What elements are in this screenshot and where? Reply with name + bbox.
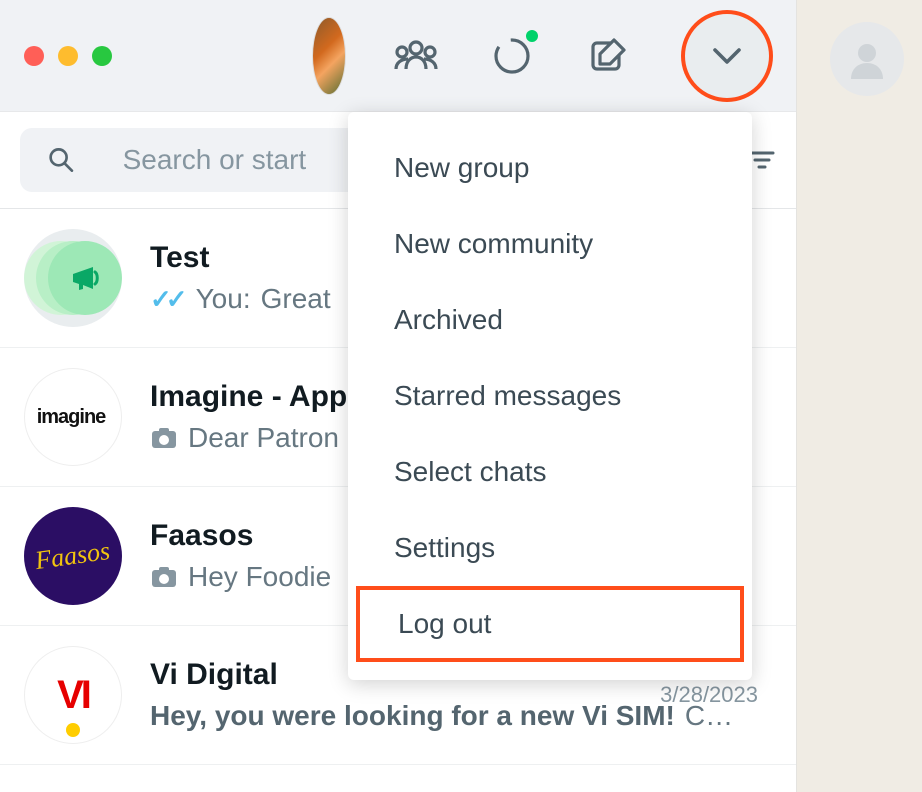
menu-button[interactable] (682, 11, 772, 101)
communities-icon[interactable] (394, 34, 438, 78)
chat-avatar: imagine (24, 368, 122, 466)
status-indicator-dot (526, 30, 538, 42)
person-icon (845, 37, 889, 81)
menu-item-archived[interactable]: Archived (348, 282, 752, 358)
options-menu: New group New community Archived Starred… (348, 112, 752, 680)
camera-icon (150, 565, 178, 589)
chevron-down-icon (712, 46, 742, 66)
chat-panel (796, 0, 922, 792)
window-controls (24, 46, 112, 66)
menu-item-new-community[interactable]: New community (348, 206, 752, 282)
window-fullscreen-button[interactable] (92, 46, 112, 66)
menu-item-new-group[interactable]: New group (348, 130, 752, 206)
chat-avatar: VI (24, 646, 122, 744)
menu-item-starred-messages[interactable]: Starred messages (348, 358, 752, 434)
chat-avatar (24, 229, 122, 327)
search-icon (48, 145, 75, 175)
status-icon[interactable] (490, 34, 534, 78)
chat-avatar: Faasos (24, 507, 122, 605)
menu-item-select-chats[interactable]: Select chats (348, 434, 752, 510)
chat-filter-icon[interactable] (748, 146, 776, 174)
chat-sidebar: Test ✓✓ You: Great imagine Imagine - App… (0, 0, 796, 792)
header-icon-group (394, 11, 772, 101)
header-bar (0, 0, 796, 112)
contact-avatar-placeholder[interactable] (830, 22, 904, 96)
window-minimize-button[interactable] (58, 46, 78, 66)
profile-avatar[interactable] (312, 17, 346, 95)
window-close-button[interactable] (24, 46, 44, 66)
read-receipt-icon: ✓✓ (150, 284, 182, 315)
menu-item-log-out[interactable]: Log out (356, 586, 744, 662)
camera-icon (150, 426, 178, 450)
megaphone-icon (67, 260, 103, 296)
new-chat-icon[interactable] (586, 34, 630, 78)
menu-item-settings[interactable]: Settings (348, 510, 752, 586)
chat-date: 3/28/2023 (660, 682, 758, 708)
